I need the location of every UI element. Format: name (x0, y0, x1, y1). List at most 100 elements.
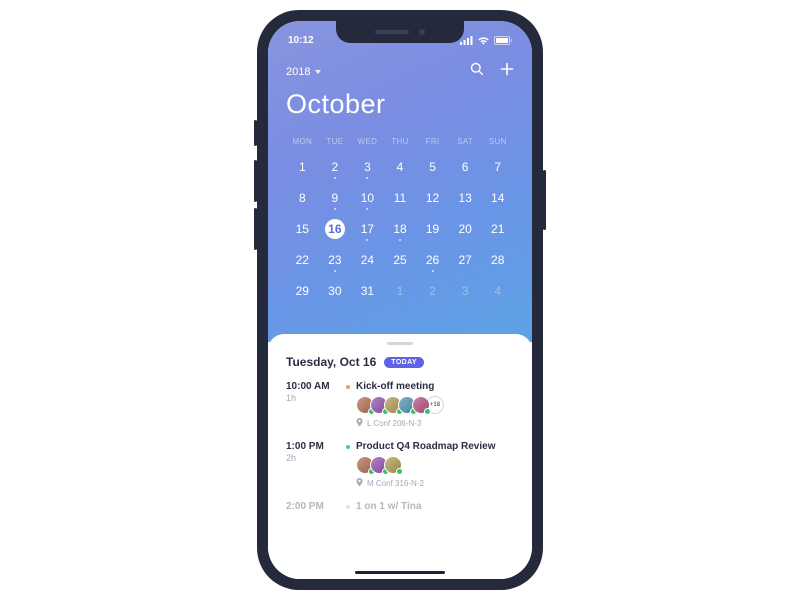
event-dot (366, 208, 368, 210)
day-cell[interactable]: 17 (351, 215, 384, 243)
attendees: +18 (356, 396, 514, 414)
day-cell[interactable]: 2 (319, 153, 352, 181)
event-dot (432, 270, 434, 272)
signal-icon (460, 36, 473, 45)
day-cell[interactable]: 3 (351, 153, 384, 181)
day-cell[interactable]: 4 (481, 277, 514, 305)
pin-icon (356, 418, 363, 429)
dow-label: SUN (481, 132, 514, 150)
event-title: Kick-off meeting (346, 381, 514, 392)
events-sheet[interactable]: Tuesday, Oct 16 TODAY 10:00 AM1h Kick-off… (268, 334, 532, 579)
screen: 10:12 2018 October MONTUEWEDTHUFRIS (268, 21, 532, 579)
avatar (384, 456, 402, 474)
color-dot (346, 445, 350, 449)
day-cell[interactable]: 29 (286, 277, 319, 305)
day-cell[interactable]: 7 (481, 153, 514, 181)
dow-label: THU (384, 132, 417, 150)
dow-label: MON (286, 132, 319, 150)
avatar (412, 396, 430, 414)
day-cell[interactable]: 14 (481, 184, 514, 212)
home-indicator[interactable] (355, 571, 445, 574)
day-cell[interactable]: 13 (449, 184, 482, 212)
event-dot (334, 270, 336, 272)
day-cell[interactable]: 9 (319, 184, 352, 212)
status-right (460, 36, 512, 45)
volume-down (254, 208, 257, 250)
event-dot (334, 177, 336, 179)
event-item[interactable]: 10:00 AM1h Kick-off meeting +18 L Conf 206-… (286, 381, 514, 429)
event-time: 10:00 AM (286, 381, 332, 392)
day-cell[interactable]: 26 (416, 246, 449, 274)
phone-frame: 10:12 2018 October MONTUEWEDTHUFRIS (257, 10, 543, 590)
top-bar: 2018 (286, 62, 514, 81)
event-duration: 1h (286, 393, 332, 403)
event-location: L Conf 206-N-3 (356, 418, 514, 429)
dow-label: FRI (416, 132, 449, 150)
day-cell[interactable]: 21 (481, 215, 514, 243)
event-location: M Conf 316-N-2 (356, 478, 514, 489)
attendees (356, 456, 514, 474)
day-cell[interactable]: 23 (319, 246, 352, 274)
day-cell[interactable]: 16 (319, 215, 352, 243)
day-cell[interactable]: 18 (384, 215, 417, 243)
month-title: October (286, 89, 514, 120)
calendar-hero: 10:12 2018 October MONTUEWEDTHUFRIS (268, 21, 532, 342)
day-cell[interactable]: 4 (384, 153, 417, 181)
year-picker[interactable]: 2018 (286, 66, 321, 78)
day-cell[interactable]: 11 (384, 184, 417, 212)
event-item[interactable]: 2:00 PM 1 on 1 w/ Tina (286, 501, 514, 516)
day-cell[interactable]: 8 (286, 184, 319, 212)
day-cell[interactable]: 30 (319, 277, 352, 305)
event-dot (399, 239, 401, 241)
color-dot (346, 505, 350, 509)
calendar-grid: MONTUEWEDTHUFRISATSUN1234567891011121314… (286, 132, 514, 305)
status-time: 10:12 (288, 35, 314, 46)
event-title: 1 on 1 w/ Tina (346, 501, 514, 512)
front-camera (419, 29, 425, 35)
pin-icon (356, 478, 363, 489)
day-cell[interactable]: 20 (449, 215, 482, 243)
sheet-date: Tuesday, Oct 16 (286, 355, 376, 369)
day-cell[interactable]: 28 (481, 246, 514, 274)
volume-up (254, 160, 257, 202)
color-dot (346, 385, 350, 389)
event-dot (334, 208, 336, 210)
day-cell[interactable]: 10 (351, 184, 384, 212)
day-cell[interactable]: 31 (351, 277, 384, 305)
day-cell[interactable]: 5 (416, 153, 449, 181)
sheet-header: Tuesday, Oct 16 TODAY (286, 355, 514, 369)
event-duration: 2h (286, 453, 332, 463)
event-item[interactable]: 1:00 PM2h Product Q4 Roadmap Review M Conf… (286, 441, 514, 489)
event-time: 2:00 PM (286, 501, 332, 512)
add-icon[interactable] (500, 62, 514, 81)
day-cell[interactable]: 3 (449, 277, 482, 305)
check-icon (424, 408, 431, 415)
day-cell[interactable]: 12 (416, 184, 449, 212)
event-dot (366, 239, 368, 241)
year-label: 2018 (286, 66, 310, 78)
events-list: 10:00 AM1h Kick-off meeting +18 L Conf 206-… (286, 381, 514, 516)
event-title: Product Q4 Roadmap Review (346, 441, 514, 452)
day-cell[interactable]: 27 (449, 246, 482, 274)
dow-label: TUE (319, 132, 352, 150)
search-icon[interactable] (470, 62, 484, 81)
day-cell[interactable]: 22 (286, 246, 319, 274)
event-dot (366, 177, 368, 179)
day-cell[interactable]: 25 (384, 246, 417, 274)
chevron-down-icon (315, 70, 321, 74)
day-cell[interactable]: 1 (384, 277, 417, 305)
day-cell[interactable]: 15 (286, 215, 319, 243)
speaker (375, 30, 409, 34)
wifi-icon (477, 36, 490, 45)
day-cell[interactable]: 6 (449, 153, 482, 181)
sheet-handle[interactable] (387, 342, 413, 345)
day-cell[interactable]: 1 (286, 153, 319, 181)
check-icon (396, 468, 403, 475)
day-cell[interactable]: 24 (351, 246, 384, 274)
day-cell[interactable]: 2 (416, 277, 449, 305)
event-time: 1:00 PM (286, 441, 332, 452)
day-cell[interactable]: 19 (416, 215, 449, 243)
battery-icon (494, 36, 512, 45)
dow-label: SAT (449, 132, 482, 150)
today-badge: TODAY (384, 357, 424, 368)
